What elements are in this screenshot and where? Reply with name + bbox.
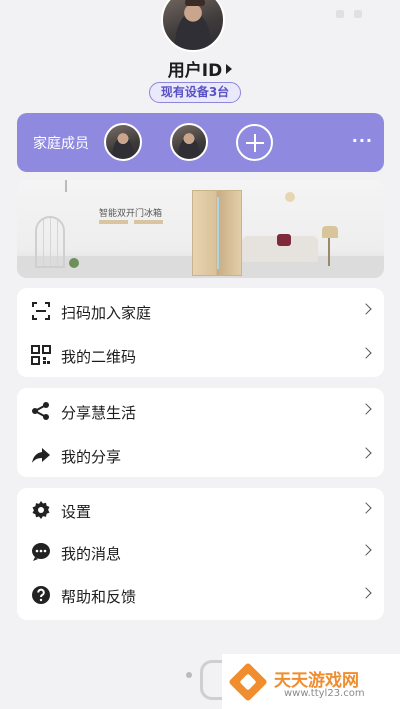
menu-item-my-messages[interactable]: 我的消息 [17,530,384,574]
family-member-avatar[interactable] [170,123,208,161]
forward-icon [32,448,50,463]
help-icon [32,586,50,604]
pendant-lamp-image [65,180,67,192]
menu-item-label: 我的二维码 [61,348,137,366]
menu-item-label: 我的分享 [61,448,122,466]
menu-item-share-smart-life[interactable]: 分享慧生活 [17,389,384,433]
window-image [35,216,65,268]
family-member-avatar[interactable] [104,123,142,161]
menu-item-scan-join-family[interactable]: 扫码加入家庭 [17,289,384,333]
qrcode-icon [31,345,51,365]
menu-item-settings[interactable]: 设置 [17,488,384,532]
more-dots-icon[interactable]: ··· [352,131,373,150]
banner-headline: 智能双开门冰箱 [99,209,163,219]
gear-icon [32,501,50,519]
menu-group-settings: 设置 我的消息 帮助和反馈 [17,488,384,620]
user-id-label: 用户ID [167,61,223,81]
chevron-right-icon [360,303,372,315]
menu-item-label: 帮助和反馈 [61,588,137,606]
promo-banner[interactable]: 智能双开门冰箱 [17,180,384,278]
menu-item-label: 我的消息 [61,545,122,563]
chevron-right-icon [360,447,372,459]
chevron-right-icon [360,502,372,514]
plant-image [69,258,79,268]
watermark-url: www.ttyl23.com [284,688,365,699]
menu-group-share: 分享慧生活 我的分享 [17,388,384,477]
caret-right-icon [226,64,233,74]
menu-item-help-feedback[interactable]: 帮助和反馈 [17,573,384,617]
chevron-right-icon [360,403,372,415]
floor-lamp-image [322,226,338,238]
chevron-right-icon [360,347,372,359]
menu-group-family: 扫码加入家庭 我的二维码 [17,288,384,377]
fridge-image [192,190,242,276]
scan-icon [32,302,50,320]
user-id-link[interactable]: 用户ID [0,56,400,81]
devices-count-badge[interactable]: 现有设备3台 [149,82,241,103]
menu-item-label: 设置 [61,503,92,521]
user-avatar[interactable] [161,0,225,52]
page-indicator-dot [186,672,192,678]
watermark: 天天游戏网 www.ttyl23.com [222,654,400,709]
menu-item-label: 分享慧生活 [61,404,137,422]
status-icons [326,3,386,18]
chevron-right-icon [360,544,372,556]
menu-item-my-shares[interactable]: 我的分享 [17,433,384,477]
menu-item-my-qrcode[interactable]: 我的二维码 [17,333,384,377]
chevron-right-icon [360,587,372,599]
add-member-button[interactable] [236,124,273,161]
watermark-logo-icon [228,662,268,702]
share-icon [32,402,49,420]
family-members-card[interactable]: 家庭成员 ··· [17,113,384,172]
menu-item-label: 扫码加入家庭 [61,304,152,322]
family-members-label: 家庭成员 [33,136,89,152]
message-icon [32,543,50,561]
banner-subtitle [99,220,163,224]
